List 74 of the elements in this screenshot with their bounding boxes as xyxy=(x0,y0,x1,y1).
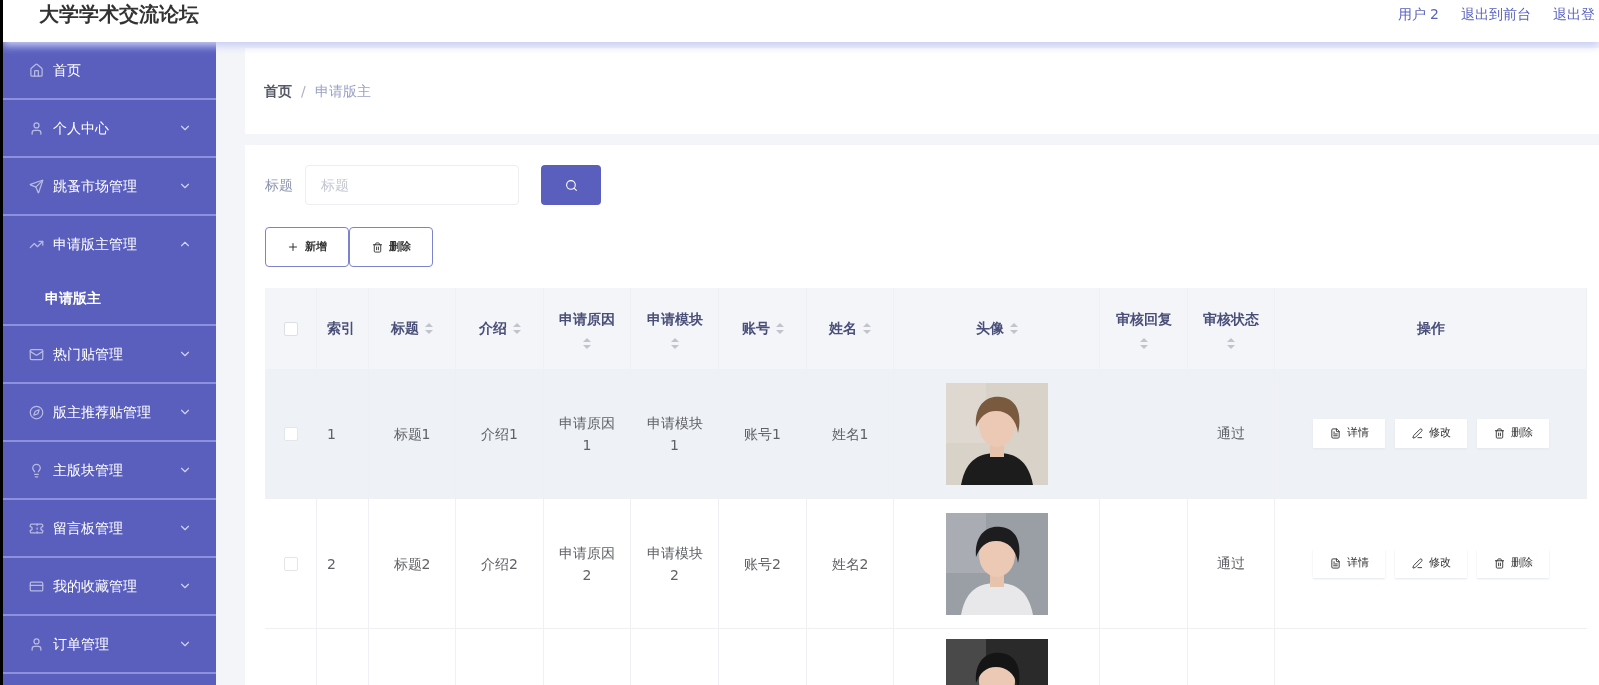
sidebar-item[interactable]: 热门贴管理 xyxy=(3,326,216,382)
sidebar-item[interactable]: 首页 xyxy=(3,42,216,98)
table-cell-text: 介绍1 xyxy=(481,424,518,444)
search-button[interactable] xyxy=(541,165,601,205)
search-label: 标题 xyxy=(265,175,293,195)
table-cell-text: 2 xyxy=(327,554,336,574)
pen-icon xyxy=(1411,428,1423,439)
table-cell-text: 申请模块 1 xyxy=(646,413,703,455)
header-link[interactable]: 退出到前台 xyxy=(1461,4,1531,25)
header-link[interactable]: 退出登 xyxy=(1553,4,1595,25)
sort-icon[interactable] xyxy=(512,323,521,334)
plus-icon xyxy=(287,241,299,253)
sort-icon[interactable] xyxy=(775,323,784,334)
site-title: 大学学术交流论坛 xyxy=(39,4,199,24)
checkbox[interactable] xyxy=(283,556,298,571)
table-cell-text: 申请原因 1 xyxy=(559,413,615,455)
breadcrumb-link[interactable]: 首页 xyxy=(264,80,292,102)
sort-icon[interactable] xyxy=(670,337,679,349)
sort-icon[interactable] xyxy=(1009,323,1018,334)
status-text: 通过 xyxy=(1217,554,1245,573)
card-icon xyxy=(29,578,44,594)
document-icon xyxy=(1329,558,1341,569)
lightbulb-icon xyxy=(29,462,44,478)
header-link[interactable]: 用户 2 xyxy=(1397,4,1439,25)
search-icon xyxy=(564,178,578,192)
pen-icon xyxy=(1411,558,1423,569)
status-text: 通过 xyxy=(1217,424,1245,443)
sort-icon[interactable] xyxy=(583,337,591,349)
add-button[interactable]: 新增 xyxy=(265,227,349,267)
trash-icon xyxy=(1493,428,1505,439)
edit-button[interactable]: 修改 xyxy=(1395,549,1467,578)
table-cell-text: 标题1 xyxy=(393,424,431,444)
sidebar-item[interactable]: 我的收藏管理 xyxy=(3,558,216,614)
sidebar-item[interactable]: 版主推荐贴管理 xyxy=(3,384,216,440)
trash-icon xyxy=(1493,558,1505,569)
table-cell-text: 姓名1 xyxy=(831,424,869,444)
sort-icon[interactable] xyxy=(1227,337,1235,349)
sort-icon[interactable] xyxy=(863,323,871,334)
detail-button[interactable]: 详情 xyxy=(1313,549,1385,578)
home-icon xyxy=(29,62,44,78)
sidebar-subitem[interactable]: 申请版主 xyxy=(3,272,216,324)
table-cell-text: 申请原因 2 xyxy=(559,543,615,585)
checkbox[interactable] xyxy=(283,426,298,441)
sidebar-item[interactable]: 留言板管理 xyxy=(3,500,216,556)
table-cell-text: 账号1 xyxy=(744,424,781,444)
compass-icon xyxy=(29,404,44,420)
delete-button[interactable]: 删除 xyxy=(349,227,433,267)
user-icon xyxy=(29,636,44,652)
checkbox[interactable] xyxy=(283,321,298,336)
table-cell-text: 账号2 xyxy=(744,554,781,574)
sidebar-item[interactable]: 跳蚤市场管理 xyxy=(3,158,216,214)
table-cell-text: 申请模块 2 xyxy=(646,543,703,585)
table-cell-text: 介绍2 xyxy=(481,554,518,574)
table-cell-text: 1 xyxy=(327,424,336,444)
sidebar-item[interactable]: 主版块管理 xyxy=(3,442,216,498)
edit-button[interactable]: 修改 xyxy=(1395,419,1467,448)
delete-button[interactable]: 删除 xyxy=(1477,549,1549,578)
sidebar-item[interactable]: 订单管理 xyxy=(3,616,216,672)
ticket-icon xyxy=(29,520,44,536)
user-icon xyxy=(29,120,44,136)
trash-icon xyxy=(371,241,383,253)
table-cell-text: 标题2 xyxy=(393,554,431,574)
breadcrumb-separator: / xyxy=(301,81,306,101)
document-icon xyxy=(1329,428,1341,439)
paper-plane-icon xyxy=(29,178,44,194)
table-cell-text: 姓名2 xyxy=(831,554,869,574)
sort-icon[interactable] xyxy=(1139,337,1148,349)
sidebar-item[interactable]: 个人中心 xyxy=(3,100,216,156)
sidebar-item[interactable]: 申请版主管理 xyxy=(3,216,216,272)
mail-icon xyxy=(29,346,44,362)
sort-icon[interactable] xyxy=(425,323,433,334)
detail-button[interactable]: 详情 xyxy=(1313,419,1385,448)
search-field[interactable]: 标题 xyxy=(305,165,519,205)
delete-button[interactable]: 删除 xyxy=(1477,419,1549,448)
